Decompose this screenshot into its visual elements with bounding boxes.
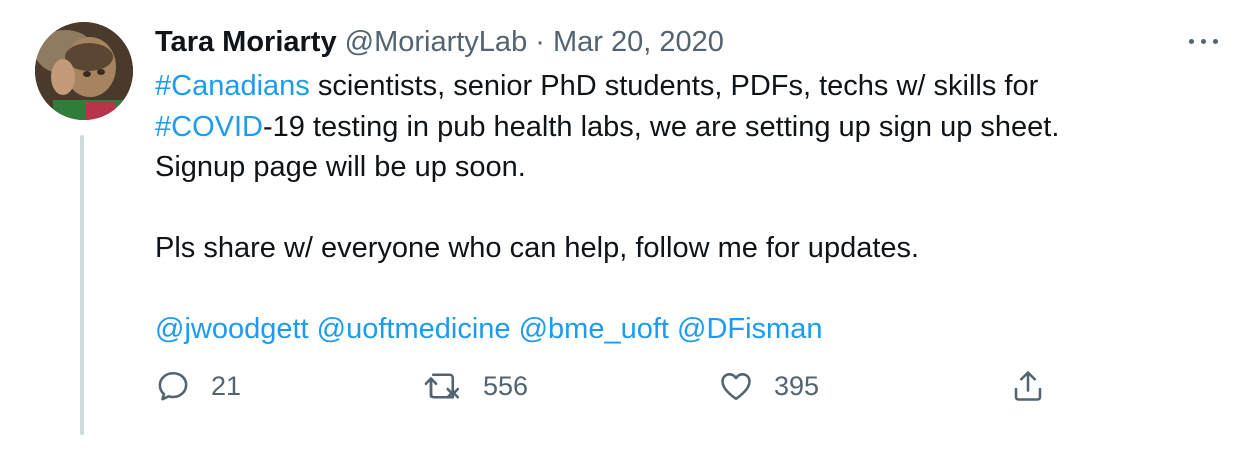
reply-button[interactable]: 21 <box>155 366 241 406</box>
avatar[interactable] <box>35 22 133 120</box>
retweet-icon <box>424 373 460 399</box>
action-bar: 21 556 395 <box>155 366 1055 406</box>
mentions-line: @jwoodgett @uoftmedicine @bme_uoft @DFis… <box>155 309 1215 350</box>
author-name[interactable]: Tara Moriarty <box>155 26 337 58</box>
reply-icon <box>158 371 188 401</box>
share-icon <box>1014 371 1042 401</box>
retweet-count: 556 <box>483 370 529 401</box>
hashtag-covid[interactable]: #COVID <box>155 111 263 143</box>
mention-dfisman[interactable]: @DFisman <box>677 313 822 345</box>
mention-jwoodgett[interactable]: @jwoodgett <box>155 313 309 345</box>
tweet-header: Tara Moriarty @MoriartyLab · Mar 20, 202… <box>155 25 724 59</box>
like-count: 395 <box>774 370 820 401</box>
profile-photo <box>35 22 133 120</box>
more-dot <box>1201 39 1206 44</box>
more-dot <box>1189 39 1194 44</box>
tweet: Tara Moriarty @MoriartyLab · Mar 20, 202… <box>0 0 1250 450</box>
hashtag-canadians[interactable]: #Canadians <box>155 70 310 102</box>
tweet-text: #Canadians scientists, senior PhD studen… <box>155 66 1215 350</box>
tweet-text-segment: -19 testing in pub health labs, we are s… <box>262 110 1060 143</box>
reply-count: 21 <box>211 370 242 401</box>
mention-bme-uoft[interactable]: @bme_uoft <box>519 313 669 345</box>
heart-icon <box>721 373 751 401</box>
like-button[interactable]: 395 <box>718 366 819 406</box>
tweet-date[interactable]: Mar 20, 2020 <box>553 26 724 58</box>
author-handle[interactable]: @MoriartyLab <box>345 26 528 58</box>
share-button[interactable] <box>1010 366 1046 406</box>
tweet-line: Signup page will be up soon. <box>155 151 526 183</box>
header-separator: · <box>535 26 545 58</box>
more-button[interactable] <box>1183 24 1223 58</box>
thread-line <box>80 135 84 435</box>
retweet-button[interactable]: 556 <box>423 366 528 406</box>
tweet-line: Pls share w/ everyone who can help, foll… <box>155 232 920 264</box>
tweet-line: #Canadians scientists, senior PhD studen… <box>155 66 1215 107</box>
more-dot <box>1213 39 1218 44</box>
mention-uoftmedicine[interactable]: @uoftmedicine <box>317 313 511 345</box>
tweet-line: #COVID-19 testing in pub health labs, we… <box>155 107 1215 148</box>
tweet-text-segment: scientists, senior PhD students, PDFs, t… <box>309 70 1039 102</box>
